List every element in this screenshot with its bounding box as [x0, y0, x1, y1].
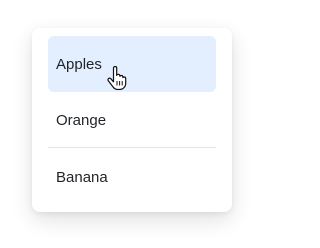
menu-divider	[48, 147, 216, 148]
dropdown-menu: Apples Orange Banana	[32, 28, 232, 212]
menu-item-banana[interactable]: Banana	[48, 149, 216, 205]
menu-item-apples[interactable]: Apples	[48, 36, 216, 92]
menu-item-orange[interactable]: Orange	[48, 92, 216, 148]
